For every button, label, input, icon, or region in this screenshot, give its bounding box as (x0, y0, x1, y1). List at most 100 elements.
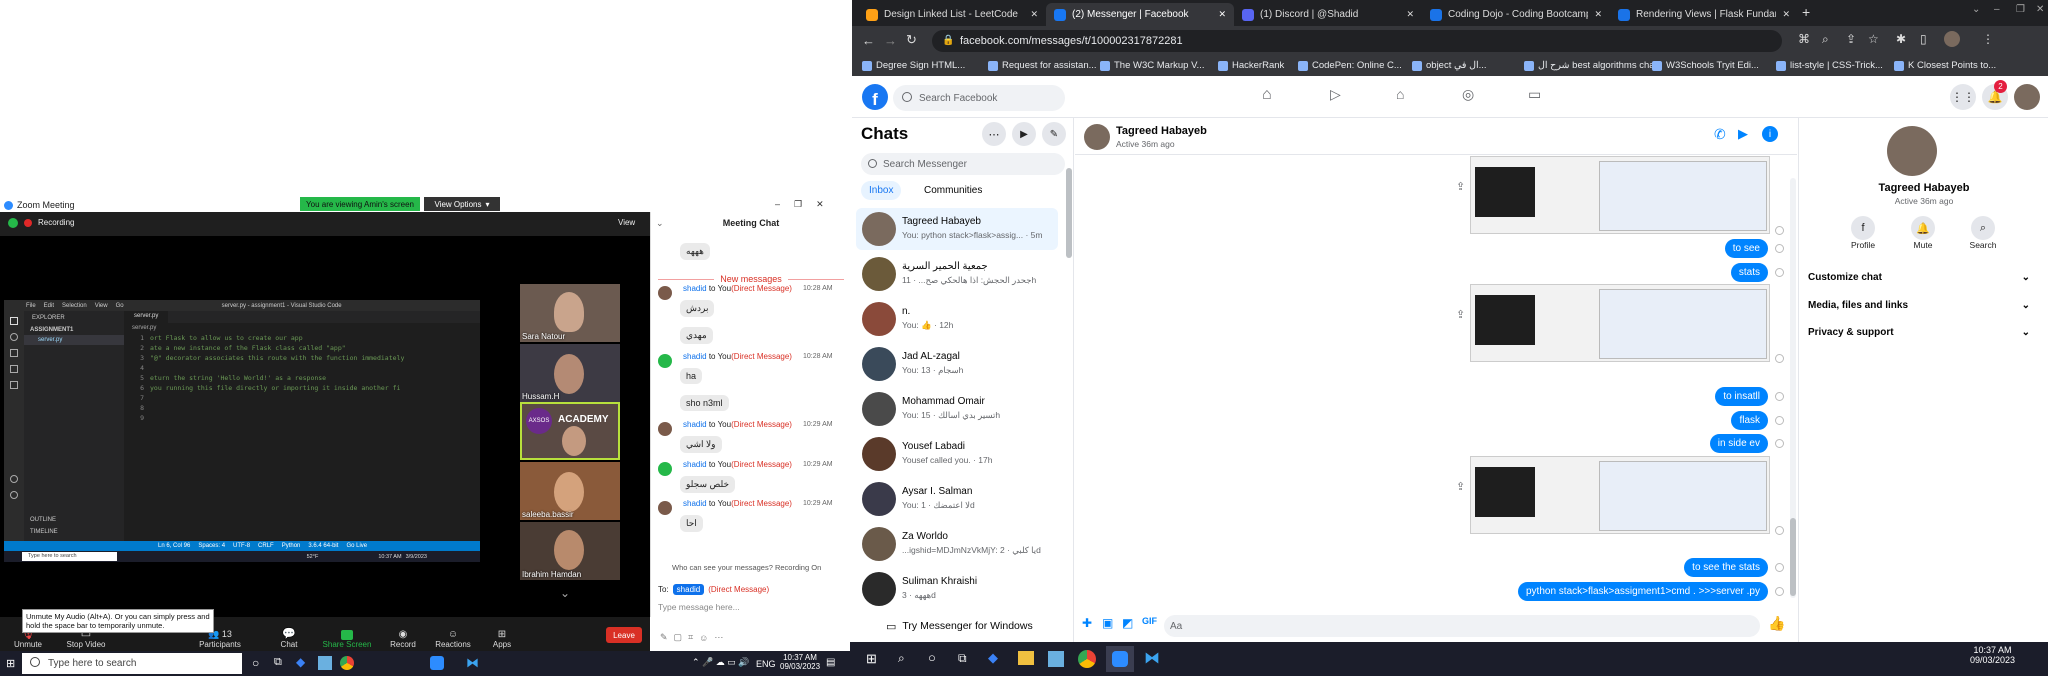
browser-tab[interactable]: Rendering Views | Flask Fundame ✕ (1610, 3, 1798, 26)
chrome-icon[interactable] (1078, 650, 1096, 668)
sender-name[interactable]: shadid (683, 284, 707, 293)
debug-icon[interactable] (10, 365, 18, 373)
search-action[interactable]: ⌕ Search (1963, 216, 2003, 250)
code-line[interactable]: 7 (124, 393, 480, 403)
bookmark-item[interactable]: K Closest Points to... (1894, 60, 1996, 71)
code-line[interactable]: 9 (124, 413, 480, 423)
bookmark-item[interactable]: CodePen: Online C... (1298, 60, 1402, 71)
format-icon[interactable]: ✎ (660, 632, 668, 643)
minimize-icon[interactable]: – (1994, 4, 2000, 15)
outline-section[interactable]: OUTLINE (30, 517, 56, 523)
vscode-menu-view[interactable]: View (95, 303, 108, 309)
translate-icon[interactable]: ⌘ (1798, 32, 1810, 46)
sent-message-bubble[interactable]: to see the stats (1684, 558, 1768, 577)
app-icon[interactable] (1048, 651, 1064, 667)
windows-search-box[interactable]: Type here to search (22, 653, 242, 674)
conversation-item[interactable]: Za Worldo ...igshid=MDJmNzVkMjY: يا كلبي … (856, 523, 1058, 565)
facebook-search-input[interactable]: Search Facebook (893, 85, 1065, 111)
tab-search-chevron-icon[interactable]: ⌄ (1972, 4, 1980, 15)
timeline-section[interactable]: TIMELINE (30, 529, 58, 535)
folder-name[interactable]: ASSIGNMENT1 (24, 325, 124, 335)
vscode-menu-go[interactable]: Go (116, 303, 124, 309)
chat-message[interactable]: خلص سجلو (680, 476, 736, 493)
forward-arrow-icon[interactable]: → (884, 33, 897, 48)
chat-message[interactable]: ha (680, 368, 703, 384)
source-control-icon[interactable] (10, 349, 18, 357)
record-button[interactable]: ◉ Record (388, 621, 418, 649)
tab-close-icon[interactable]: ✕ (1782, 9, 1790, 20)
sent-message-bubble[interactable]: stats (1730, 263, 1768, 282)
vscode-taskbar-icon[interactable]: ⧓ (1144, 648, 1160, 668)
video-call-icon[interactable]: ▶ (1012, 122, 1036, 146)
conversation-item[interactable]: Mohammad Omair You: تسير بدي اسالك · 15h (856, 388, 1058, 430)
code-line[interactable]: 2 ate a new instance of the Flask class c… (124, 343, 480, 353)
maximize-icon[interactable]: ❐ (794, 199, 802, 210)
recipient-select[interactable]: shadid (672, 584, 705, 595)
shared-screenshot-image[interactable] (1470, 456, 1770, 534)
zoom-lens-icon[interactable]: ⌕ (1822, 32, 1829, 47)
zoom-taskbar-icon[interactable] (1106, 646, 1134, 672)
sender-name[interactable]: shadid (683, 499, 707, 508)
sender-name[interactable]: shadid (683, 420, 707, 429)
view-options-button[interactable]: View Options ▾ (424, 197, 500, 211)
media-files-row[interactable]: Media, files and links ⌄ (1808, 300, 2030, 311)
chat-message[interactable]: احا (680, 515, 703, 532)
privacy-support-row[interactable]: Privacy & support ⌄ (1808, 327, 2030, 338)
editor-tab[interactable]: server.py (124, 311, 169, 323)
files-icon[interactable] (10, 317, 18, 325)
message-input[interactable]: Aa (1164, 615, 1760, 637)
info-icon[interactable]: i (1762, 126, 1778, 142)
share-message-icon[interactable]: ⇪ (1456, 180, 1465, 193)
conversation-item[interactable]: n. You: 👍 · 12h (856, 298, 1058, 340)
vscode-menu-selection[interactable]: Selection (62, 303, 87, 309)
bookmark-item[interactable]: The W3C Markup V... (1100, 60, 1204, 71)
chat-message-input[interactable]: Type message here... (658, 602, 846, 618)
sidebar-icon[interactable]: ▯ (1920, 32, 1927, 46)
shared-screenshot-image[interactable] (1470, 156, 1770, 234)
vscode-editor[interactable]: server.py server.py 1 ort Flask to allow … (124, 311, 480, 541)
collapse-chevron-icon[interactable]: ⌄ (656, 218, 664, 229)
messenger-search-input[interactable]: Search Messenger (861, 153, 1065, 175)
bookmark-item[interactable]: W3Schools Tryit Edi... (1652, 60, 1759, 71)
sent-message-bubble[interactable]: to insatll (1715, 387, 1768, 406)
facebook-logo-icon[interactable]: f (862, 84, 888, 110)
chrome-menu-icon[interactable]: ⋮ (1982, 32, 1994, 46)
bookmark-star-icon[interactable]: ☆ (1868, 32, 1879, 46)
status-encoding[interactable]: UTF-8 (233, 543, 250, 549)
customize-chat-row[interactable]: Customize chat ⌄ (1808, 272, 2030, 283)
code-line[interactable]: 5 eturn the string 'Hello World!' as a re… (124, 373, 480, 383)
home-icon[interactable]: ⌂ (1262, 86, 1272, 104)
bookmark-item[interactable]: شرح ال best algorithms cha... (1524, 60, 1662, 71)
leave-button[interactable]: Leave (606, 627, 642, 643)
sent-message-bubble[interactable]: flask (1731, 411, 1768, 430)
search-icon[interactable] (10, 333, 18, 341)
screenshot-icon[interactable]: ⌗ (688, 632, 693, 643)
minimize-icon[interactable]: – (775, 199, 780, 209)
tab-close-icon[interactable]: ✕ (1406, 9, 1414, 20)
sent-message-bubble[interactable]: in side ev (1709, 434, 1768, 453)
task-view-icon[interactable]: ⧉ (958, 651, 967, 666)
status-golive[interactable]: Go Live (346, 543, 367, 549)
video-call-icon[interactable]: ▶ (1738, 126, 1748, 142)
tab-communities[interactable]: Communities (924, 185, 982, 196)
compose-icon[interactable]: ✎ (1042, 122, 1066, 146)
tab-close-icon[interactable]: ✕ (1218, 9, 1226, 20)
lock-icon[interactable]: 🔒 (942, 35, 954, 46)
status-interpreter[interactable]: 3.6.4 64-bit (308, 543, 338, 549)
view-button[interactable]: View (618, 218, 635, 227)
profile-action[interactable]: f Profile (1843, 216, 1883, 250)
chat-message[interactable]: بردش (680, 300, 715, 317)
app-icon[interactable] (318, 656, 332, 670)
notifications-icon[interactable]: ▤ (826, 657, 835, 668)
more-participants-chevron-icon[interactable]: ⌄ (560, 586, 570, 600)
cortana-icon[interactable]: ○ (252, 656, 259, 670)
sticker-icon[interactable]: ◩ (1122, 616, 1133, 630)
contact-name[interactable]: Tagreed Habayeb (1116, 125, 1207, 137)
sent-message-bubble[interactable]: python stack>flask>assigment1>cmd . >>>s… (1517, 582, 1768, 601)
participant-tile-active[interactable]: AXSOS ACADEMY (520, 402, 620, 460)
profile-avatar[interactable] (1944, 31, 1960, 47)
code-area[interactable]: 1 ort Flask to allow us to create our app… (124, 333, 480, 423)
zoom-taskbar-icon[interactable] (430, 656, 444, 670)
chat-message[interactable]: ولا اشي (680, 436, 722, 453)
chat-button[interactable]: 💬 Chat (276, 621, 302, 649)
